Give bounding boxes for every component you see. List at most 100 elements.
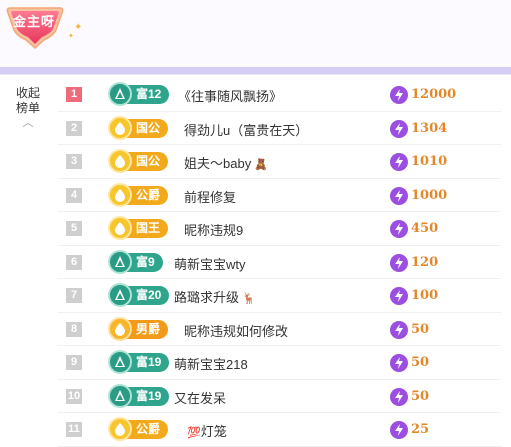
lightning-icon	[390, 153, 408, 171]
amount-value: 1000	[411, 187, 448, 203]
deer-emoji-icon: 🦌	[242, 293, 256, 305]
ranking-list: 1 富12 《往事随风飘扬》 12000 2 国公 得劲儿u（富贵在天） 1304 3 国公 姐夫～…	[58, 78, 501, 447]
list-item[interactable]: 3 国公 姐夫～baby 🧸 1010	[58, 145, 501, 179]
rank-number: 9	[66, 355, 82, 370]
list-item[interactable]: 11 公爵 💯灯笼 25	[58, 413, 501, 447]
level-badge: 国公	[108, 115, 169, 140]
flame-icon	[108, 417, 132, 441]
amount-value: 1010	[411, 154, 448, 169]
lightning-icon	[390, 186, 408, 205]
list-item[interactable]: 6 富9 萌新宝宝wty 120	[58, 246, 501, 279]
user-name-text: 路璐求升级	[174, 290, 240, 305]
user-name[interactable]: 《往事随风飘扬》	[178, 86, 282, 105]
sparkle-icon: ✦	[68, 33, 74, 40]
bear-emoji-icon: 🧸	[254, 159, 268, 171]
list-item[interactable]: 4 公爵 前程修复 1000	[58, 179, 501, 212]
hundred-emoji-icon: 💯	[187, 427, 201, 439]
amount-value: 50	[411, 388, 430, 404]
user-name-text: 灯笼	[200, 424, 227, 439]
header-area: 金主呀 ✦ ✦	[0, 0, 511, 67]
rank-number: 11	[66, 422, 82, 437]
user-name-text: 《往事随风飘扬》	[178, 89, 283, 104]
lightning-icon	[390, 354, 408, 372]
level-badge: 富20	[108, 283, 170, 307]
rank-number: 7	[66, 288, 82, 303]
user-name-text: 又在发呆	[174, 390, 227, 406]
list-item[interactable]: 5 国王 昵称违规9 450	[58, 212, 501, 246]
rank-number: 5	[66, 221, 82, 236]
lightning-icon	[390, 421, 408, 439]
rank-number: 1	[66, 87, 82, 102]
flame-icon	[108, 149, 132, 173]
user-name-text: 萌新宝宝wty	[174, 256, 246, 272]
user-name-text: 得劲儿u（富贵在天）	[184, 122, 309, 138]
user-name[interactable]: 昵称违规9	[184, 220, 243, 239]
amount-value: 25	[411, 422, 430, 437]
rank-number: 6	[66, 254, 82, 270]
user-name[interactable]: 💯灯笼	[184, 421, 227, 440]
list-item[interactable]: 9 富19 萌新宝宝218 50	[58, 346, 501, 380]
list-item[interactable]: 8 男爵 昵称违规如何修改 50	[58, 313, 501, 346]
sparkle-icon: ✦	[74, 22, 83, 33]
divider-bar	[0, 67, 511, 74]
user-name[interactable]: 昵称违规如何修改	[184, 321, 288, 340]
level-badge: 国公	[108, 149, 169, 173]
collapse-label-line2: 榜单	[15, 101, 40, 115]
user-name-text: 姐夫～baby	[184, 156, 252, 171]
mountain-icon	[108, 283, 132, 307]
amount-value: 450	[411, 221, 439, 236]
list-item[interactable]: 2 国公 得劲儿u（富贵在天） 1304	[58, 112, 501, 145]
amount-value: 100	[411, 288, 439, 303]
rank-number: 4	[66, 187, 82, 203]
divider-line	[0, 74, 511, 75]
level-badge: 男爵	[108, 316, 169, 341]
user-name[interactable]: 又在发呆	[174, 388, 226, 407]
lightning-icon	[390, 119, 408, 138]
gold-sponsor-badge: 金主呀	[4, 2, 70, 50]
level-badge: 富19	[108, 383, 170, 408]
rank-number: 10	[66, 388, 82, 404]
user-name[interactable]: 路璐求升级 🦌	[174, 287, 256, 306]
amount-value: 1304	[411, 120, 448, 136]
user-name[interactable]: 前程修复	[184, 187, 236, 206]
rank-number: 8	[66, 321, 82, 337]
flame-icon	[108, 316, 132, 341]
lightning-icon	[390, 220, 408, 238]
flame-icon	[108, 216, 132, 240]
level-badge: 富19	[108, 350, 170, 374]
user-name[interactable]: 姐夫～baby 🧸	[184, 153, 268, 172]
rank-number: 2	[66, 120, 82, 136]
level-badge: 富9	[108, 249, 163, 274]
user-name[interactable]: 萌新宝宝wty	[174, 254, 246, 273]
user-name-text: 昵称违规如何修改	[184, 323, 289, 339]
mountain-icon	[108, 350, 132, 374]
lightning-icon	[390, 253, 408, 272]
amount-value: 120	[411, 254, 439, 270]
user-name-text: 萌新宝宝218	[174, 357, 248, 372]
user-name[interactable]: 萌新宝宝218	[174, 354, 248, 373]
user-name-text: 前程修复	[184, 189, 237, 205]
collapse-label-line1: 收起	[15, 86, 40, 100]
lightning-icon	[390, 387, 408, 406]
user-name[interactable]: 得劲儿u（富贵在天）	[184, 120, 308, 139]
flame-icon	[108, 115, 132, 140]
level-badge: 公爵	[108, 182, 169, 207]
list-item[interactable]: 1 富12 《往事随风飘扬》 12000	[58, 78, 501, 112]
amount-value: 12000	[411, 87, 457, 102]
collapse-list-toggle[interactable]: 收起 榜单 ︿	[10, 86, 46, 129]
level-badge: 富12	[108, 82, 170, 106]
lightning-icon	[390, 86, 408, 104]
badge-label: 金主呀	[12, 14, 55, 29]
chevron-up-icon: ︿	[22, 117, 34, 129]
list-item[interactable]: 7 富20 路璐求升级 🦌 100	[58, 279, 501, 313]
mountain-icon	[108, 383, 132, 408]
amount-value: 50	[411, 355, 430, 370]
level-badge: 国王	[108, 216, 169, 240]
amount-value: 50	[411, 321, 430, 337]
list-item[interactable]: 10 富19 又在发呆 50	[58, 380, 501, 413]
level-badge: 公爵	[108, 417, 169, 441]
rank-number: 3	[66, 154, 82, 169]
mountain-icon	[108, 82, 132, 106]
lightning-icon	[390, 287, 408, 305]
user-name-text: 昵称违规9	[184, 223, 244, 238]
